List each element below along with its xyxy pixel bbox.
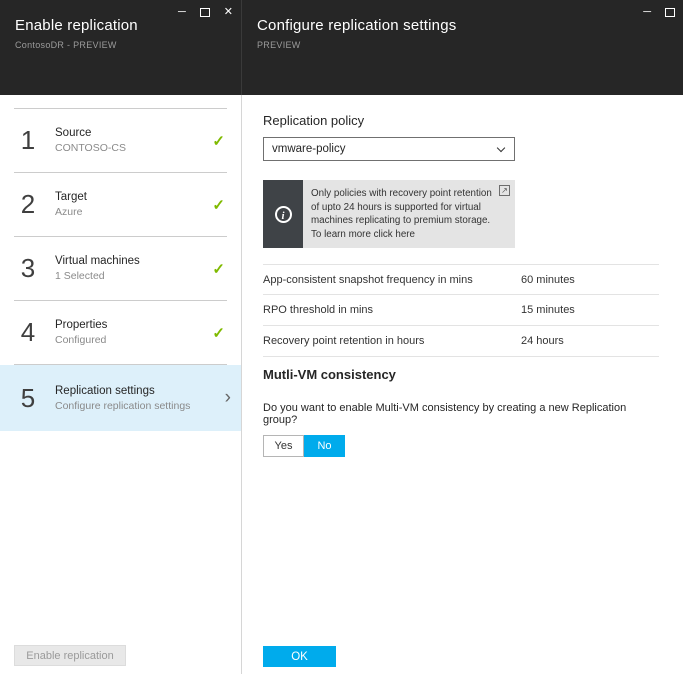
step-number: 4: [14, 317, 42, 348]
multi-vm-toggle: Yes No: [263, 435, 659, 457]
info-banner-text: Only policies with recovery point retent…: [303, 180, 515, 248]
table-row: Recovery point retention in hours 24 hou…: [263, 326, 659, 357]
yes-button[interactable]: Yes: [263, 435, 304, 457]
step-number: 1: [14, 125, 42, 156]
check-icon: ✓: [212, 132, 225, 150]
table-row: RPO threshold in mins 15 minutes: [263, 295, 659, 326]
enable-replication-header: ─ ✕ Enable replication ContosoDR - PREVI…: [0, 0, 241, 95]
blade-title: Enable replication: [15, 17, 241, 34]
step-number: 5: [14, 383, 42, 414]
setting-label: App-consistent snapshot frequency in min…: [263, 274, 473, 286]
step-virtual-machines[interactable]: 3 Virtual machines 1 Selected ✓: [0, 237, 241, 300]
configure-replication-settings-blade: ─ Configure replication settings PREVIEW…: [241, 0, 683, 674]
multi-vm-question: Do you want to enable Multi-VM consisten…: [263, 402, 659, 426]
close-icon[interactable]: ✕: [224, 6, 233, 19]
step-label: Replication settings: [55, 385, 190, 397]
multi-vm-consistency-heading: Mutli-VM consistency: [263, 367, 659, 382]
step-label: Virtual machines: [55, 255, 140, 267]
step-label: Properties: [55, 319, 107, 331]
step-number: 2: [14, 189, 42, 220]
ok-button[interactable]: OK: [263, 646, 336, 667]
enable-replication-body: 1 Source CONTOSO-CS ✓ 2 Target Azure ✓ 3: [0, 95, 241, 674]
setting-value: 15 minutes: [521, 304, 575, 316]
minimize-icon[interactable]: ─: [643, 6, 651, 19]
window-controls: ─ ✕: [178, 5, 233, 19]
step-number: 3: [14, 253, 42, 284]
setting-value: 60 minutes: [521, 274, 575, 286]
step-label: Source: [55, 127, 126, 139]
enable-replication-blade: ─ ✕ Enable replication ContosoDR - PREVI…: [0, 0, 241, 674]
check-icon: ✓: [212, 324, 225, 342]
check-icon: ✓: [212, 196, 225, 214]
minimize-icon[interactable]: ─: [178, 6, 186, 19]
wizard-steps-list: 1 Source CONTOSO-CS ✓ 2 Target Azure ✓ 3: [0, 95, 241, 431]
table-row: App-consistent snapshot frequency in min…: [263, 264, 659, 295]
chevron-down-icon: [497, 144, 505, 152]
settings-content: Replication policy vmware-policy i Only …: [242, 95, 683, 457]
step-properties[interactable]: 4 Properties Configured ✓: [0, 301, 241, 364]
setting-value: 24 hours: [521, 335, 564, 347]
maximize-icon[interactable]: [200, 8, 210, 17]
step-sublabel: Configured: [55, 334, 107, 346]
setting-label: RPO threshold in mins: [263, 304, 373, 316]
enable-replication-button[interactable]: Enable replication: [14, 645, 126, 666]
policy-settings-table: App-consistent snapshot frequency in min…: [263, 264, 659, 357]
replication-policy-select[interactable]: vmware-policy: [263, 137, 515, 161]
step-label: Target: [55, 191, 87, 203]
step-sublabel: 1 Selected: [55, 270, 140, 282]
configure-settings-header: ─ Configure replication settings PREVIEW: [241, 0, 683, 95]
step-text: Target Azure: [55, 191, 87, 218]
step-sublabel: CONTOSO-CS: [55, 142, 126, 154]
step-text: Replication settings Configure replicati…: [55, 385, 190, 412]
check-icon: ✓: [212, 260, 225, 278]
blade-title: Configure replication settings: [257, 17, 683, 34]
step-target[interactable]: 2 Target Azure ✓: [0, 173, 241, 236]
step-replication-settings[interactable]: 5 Replication settings Configure replica…: [0, 365, 241, 431]
learn-more-link[interactable]: click here: [374, 229, 415, 240]
info-icon: i: [275, 206, 292, 223]
no-button[interactable]: No: [304, 435, 345, 457]
step-source[interactable]: 1 Source CONTOSO-CS ✓: [0, 109, 241, 172]
maximize-icon[interactable]: [665, 8, 675, 17]
replication-policy-label: Replication policy: [263, 113, 659, 128]
setting-label: Recovery point retention in hours: [263, 335, 424, 347]
selected-policy-value: vmware-policy: [272, 143, 346, 155]
step-text: Virtual machines 1 Selected: [55, 255, 140, 282]
step-sublabel: Azure: [55, 206, 87, 218]
blade-subtitle: PREVIEW: [257, 40, 683, 50]
chevron-right-icon: ›: [225, 387, 231, 409]
configure-settings-body: Replication policy vmware-policy i Only …: [241, 95, 683, 674]
external-link-icon[interactable]: ↗: [499, 185, 510, 196]
step-sublabel: Configure replication settings: [55, 400, 190, 412]
step-text: Properties Configured: [55, 319, 107, 346]
window-controls: ─: [643, 5, 675, 19]
info-banner: i Only policies with recovery point rete…: [263, 180, 515, 248]
info-icon-container: i: [263, 180, 303, 248]
blade-subtitle: ContosoDR - PREVIEW: [15, 40, 241, 50]
step-text: Source CONTOSO-CS: [55, 127, 126, 154]
